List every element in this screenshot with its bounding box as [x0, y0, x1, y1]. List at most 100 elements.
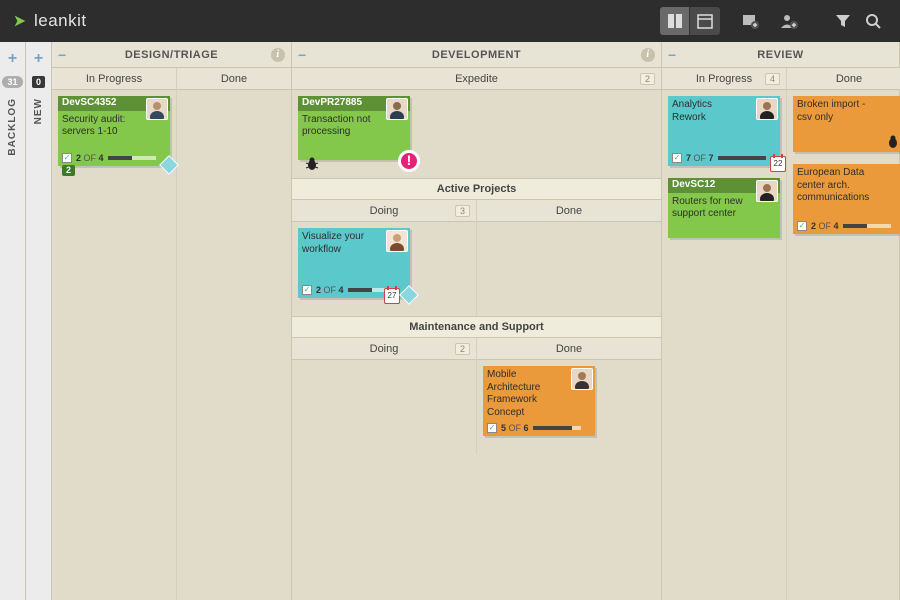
active-doing-col: Doing 3 Visualize your workflow ✓ 2 OF 4	[292, 200, 477, 316]
info-icon[interactable]: i	[641, 48, 655, 62]
progress-bar	[843, 224, 891, 228]
progress-bar	[533, 426, 581, 430]
collapse-design-button[interactable]: −	[58, 47, 67, 63]
col-header: In Progress 4	[662, 68, 786, 90]
avatar[interactable]	[756, 98, 778, 120]
design-in-progress-col: In Progress DevSC4352 Security audit: se…	[52, 68, 177, 600]
col-body[interactable]: Mobile Architecture Framework Concept ✓ …	[477, 360, 661, 454]
lane-header-design: − DESIGN/TRIAGE i	[52, 42, 291, 68]
task-count: 2 OF 4	[811, 221, 839, 232]
card-meta: ✓ 2 OF 4	[302, 285, 396, 296]
search-button[interactable]	[858, 7, 888, 35]
lane-design: − DESIGN/TRIAGE i In Progress DevSC4352 …	[52, 42, 292, 600]
task-count: 2 OF 4	[316, 285, 344, 296]
board-view-button[interactable]	[660, 7, 690, 35]
col-header: In Progress	[52, 68, 176, 90]
col-body[interactable]	[177, 90, 291, 150]
maint-doing-col: Doing 2	[292, 338, 477, 454]
topbar: leankit	[0, 0, 900, 42]
card[interactable]: European Data center arch. communication…	[793, 164, 900, 234]
col-title: Done	[221, 73, 247, 85]
col-header: Done	[477, 338, 661, 360]
card-meta: ✓ 5 OF 6	[487, 423, 581, 434]
board: + 31 BACKLOG + 0 NEW − DESIGN/TRIAGE i I…	[0, 42, 900, 600]
check-icon: ✓	[672, 153, 682, 163]
card-meta: ✓ 7 OF 7	[672, 153, 766, 164]
add-card-icon	[742, 12, 760, 30]
col-title: In Progress	[696, 73, 752, 85]
col-body[interactable]: Analytics Rework ✓ 7 OF 7 22 DevSC12 Rou…	[662, 90, 786, 256]
col-body[interactable]	[477, 222, 661, 282]
board-icon	[667, 13, 683, 29]
card[interactable]: DevSC12 Routers for new support center	[668, 178, 780, 238]
review-done-col: Done Broken import - csv only European D…	[787, 68, 900, 600]
new-count-badge: 0	[32, 76, 45, 88]
tag-icon	[399, 285, 419, 305]
card[interactable]: Visualize your workflow ✓ 2 OF 4 27	[298, 228, 410, 298]
col-header: Doing 2	[292, 338, 476, 360]
lane-header-review: − REVIEW	[662, 42, 899, 68]
check-icon: ✓	[62, 153, 72, 163]
col-title: Doing	[370, 205, 399, 217]
search-icon	[865, 13, 881, 29]
bug-icon	[885, 134, 900, 150]
calendar-view-button[interactable]	[690, 7, 720, 35]
task-count: 5 OF 6	[501, 423, 529, 434]
avatar[interactable]	[386, 98, 408, 120]
filter-icon	[835, 13, 851, 29]
col-body[interactable]: DevSC4352 Security audit: servers 1-10 ✓…	[52, 90, 176, 184]
card[interactable]: Broken import - csv only	[793, 96, 900, 152]
filter-button[interactable]	[828, 7, 858, 35]
tag-icon	[159, 155, 179, 175]
col-body[interactable]: Broken import - csv only European Data c…	[787, 90, 900, 252]
expand-new-button[interactable]: +	[34, 50, 43, 68]
lane-title: DESIGN/TRIAGE	[125, 49, 218, 61]
card-meta: ✓ 2 OF 4	[62, 153, 156, 164]
card[interactable]: Analytics Rework ✓ 7 OF 7 22	[668, 96, 780, 166]
rail-new[interactable]: + 0 NEW	[26, 42, 52, 600]
info-icon[interactable]: i	[271, 48, 285, 62]
collapse-review-button[interactable]: −	[668, 47, 677, 63]
logo-mark-icon	[12, 13, 28, 29]
lane-header-dev: − DEVELOPMENT i	[292, 42, 661, 68]
col-body[interactable]: Visualize your workflow ✓ 2 OF 4 27	[292, 222, 476, 316]
avatar[interactable]	[571, 368, 593, 390]
card-count-badge: 2	[62, 165, 75, 176]
backlog-count-badge: 31	[2, 76, 22, 88]
calendar-icon	[697, 13, 713, 29]
progress-bar	[108, 156, 156, 160]
collapse-dev-button[interactable]: −	[298, 47, 307, 63]
check-icon: ✓	[302, 285, 312, 295]
avatar[interactable]	[756, 180, 778, 202]
active-done-col: Done	[477, 200, 661, 316]
card[interactable]: Mobile Architecture Framework Concept ✓ …	[483, 366, 595, 436]
rail-backlog[interactable]: + 31 BACKLOG	[0, 42, 26, 600]
lane-development: − DEVELOPMENT i Expedite 2 DevPR27885 Tr…	[292, 42, 662, 600]
expedite-body[interactable]: DevPR27885 Transaction not processing !	[292, 90, 661, 178]
card[interactable]: DevSC4352 Security audit: servers 1-10 ✓…	[58, 96, 170, 166]
swimlane-title-active: Active Projects	[292, 178, 661, 200]
col-title: Doing	[370, 343, 399, 355]
lane-title: DEVELOPMENT	[432, 49, 521, 61]
calendar-badge: 22	[770, 156, 786, 172]
add-user-button[interactable]	[774, 7, 804, 35]
maint-done-col: Done Mobile Architecture Framework Conce…	[477, 338, 661, 454]
avatar[interactable]	[386, 230, 408, 252]
col-header: Doing 3	[292, 200, 476, 222]
task-count: 7 OF 7	[686, 153, 714, 164]
card-title: Broken import - csv only	[797, 99, 900, 124]
col-header: Done	[787, 68, 900, 90]
wip-count: 2	[455, 343, 470, 355]
col-title: Expedite	[455, 73, 498, 85]
avatar[interactable]	[146, 98, 168, 120]
col-title: Done	[836, 73, 862, 85]
card[interactable]: DevPR27885 Transaction not processing !	[298, 96, 410, 160]
expand-backlog-button[interactable]: +	[8, 50, 17, 68]
col-body[interactable]	[292, 360, 476, 420]
col-title: Done	[556, 343, 582, 355]
design-done-col: Done	[177, 68, 291, 600]
add-card-button[interactable]	[736, 7, 766, 35]
col-title: Done	[556, 205, 582, 217]
backlog-label: BACKLOG	[7, 98, 18, 156]
review-in-progress-col: In Progress 4 Analytics Rework ✓ 7 OF 7 …	[662, 68, 787, 600]
